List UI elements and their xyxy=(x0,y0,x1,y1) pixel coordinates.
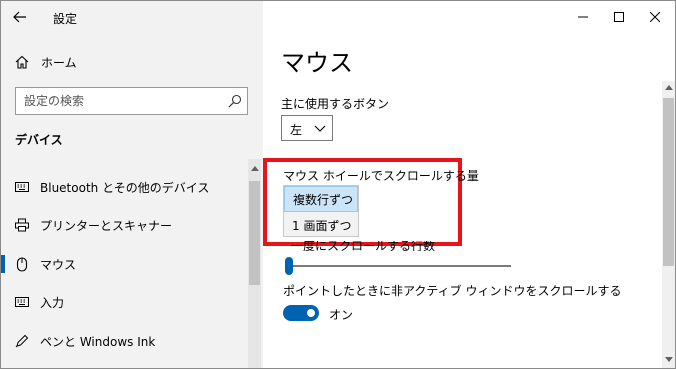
sidebar-item-bluetooth[interactable]: Bluetooth とその他のデバイス xyxy=(1,172,248,202)
section-title: デバイス xyxy=(15,133,63,147)
pen-icon xyxy=(14,333,30,349)
home-icon xyxy=(14,54,30,70)
chevron-down-icon xyxy=(314,125,326,132)
printer-icon xyxy=(14,217,30,233)
toggle-state-label: オン xyxy=(329,308,354,322)
search-box[interactable] xyxy=(15,87,248,115)
sidebar-item-home[interactable]: ホーム xyxy=(1,47,263,77)
settings-window: 設定 ホーム デバイス Bl xyxy=(0,0,676,369)
lines-to-scroll-label: 一度にスクロールする行数 xyxy=(291,241,436,251)
title-bar: 設定 xyxy=(1,1,263,33)
maximize-icon xyxy=(614,12,624,22)
lines-slider-thumb[interactable] xyxy=(285,257,293,275)
sidebar-item-typing[interactable]: 入力 xyxy=(1,287,248,317)
minimize-icon xyxy=(578,16,588,18)
scroll-down-arrow-icon[interactable] xyxy=(665,357,673,362)
sidebar-item-mouse[interactable]: マウス xyxy=(1,249,248,279)
back-arrow-icon xyxy=(13,11,26,23)
maximize-button[interactable] xyxy=(604,7,634,27)
sidebar: 設定 ホーム デバイス Bl xyxy=(1,1,263,368)
search-icon[interactable] xyxy=(228,94,242,108)
back-button[interactable] xyxy=(7,5,33,29)
wheel-scroll-label: マウス ホイールでスクロールする量 xyxy=(283,169,479,183)
option-multiple-lines[interactable]: 複数行ずつ xyxy=(284,186,358,212)
sidebar-scrollbar-thumb[interactable] xyxy=(249,181,260,285)
wheel-scroll-options: 複数行ずつ 1 画面ずつ xyxy=(283,185,359,237)
sidebar-item-label: ホーム xyxy=(41,55,77,70)
search-input[interactable] xyxy=(24,92,220,110)
sidebar-item-label: マウス xyxy=(40,257,77,272)
sidebar-item-label: プリンターとスキャナー xyxy=(40,218,173,233)
sidebar-item-label: 入力 xyxy=(40,295,65,310)
keyboard-icon xyxy=(14,294,30,310)
dropdown-value: 左 xyxy=(290,123,303,137)
sidebar-item-label: Bluetooth とその他のデバイス xyxy=(40,180,210,195)
selection-indicator xyxy=(1,255,5,273)
sidebar-item-label: ペンと Windows Ink xyxy=(40,334,156,349)
close-icon xyxy=(650,12,660,22)
sidebar-item-pen[interactable]: ペンと Windows Ink xyxy=(1,326,248,356)
close-button[interactable] xyxy=(640,7,670,27)
content-scrollbar-thumb[interactable] xyxy=(663,98,674,266)
sidebar-item-printers[interactable]: プリンターとスキャナー xyxy=(1,210,248,240)
scroll-up-arrow-icon[interactable] xyxy=(251,166,259,171)
toggle-knob xyxy=(307,309,315,317)
lines-slider-track[interactable] xyxy=(285,265,511,267)
keyboard-icon xyxy=(14,179,30,195)
page-title: マウス xyxy=(281,49,353,77)
inactive-scroll-toggle[interactable] xyxy=(283,305,319,321)
minimize-button[interactable] xyxy=(568,7,598,27)
option-one-screen[interactable]: 1 画面ずつ xyxy=(284,212,358,238)
primary-button-label: 主に使用するボタン xyxy=(281,97,390,111)
inactive-scroll-label: ポイントしたときに非アクティブ ウィンドウをスクロールする xyxy=(283,284,622,298)
primary-button-dropdown[interactable]: 左 xyxy=(281,115,333,141)
scroll-up-arrow-icon[interactable] xyxy=(665,85,673,90)
main-content: マウス 主に使用するボタン 左 マウス ホイールでスクロールする量 一度にスクロ… xyxy=(263,1,675,368)
mouse-icon xyxy=(14,256,30,272)
app-title: 設定 xyxy=(53,12,78,26)
